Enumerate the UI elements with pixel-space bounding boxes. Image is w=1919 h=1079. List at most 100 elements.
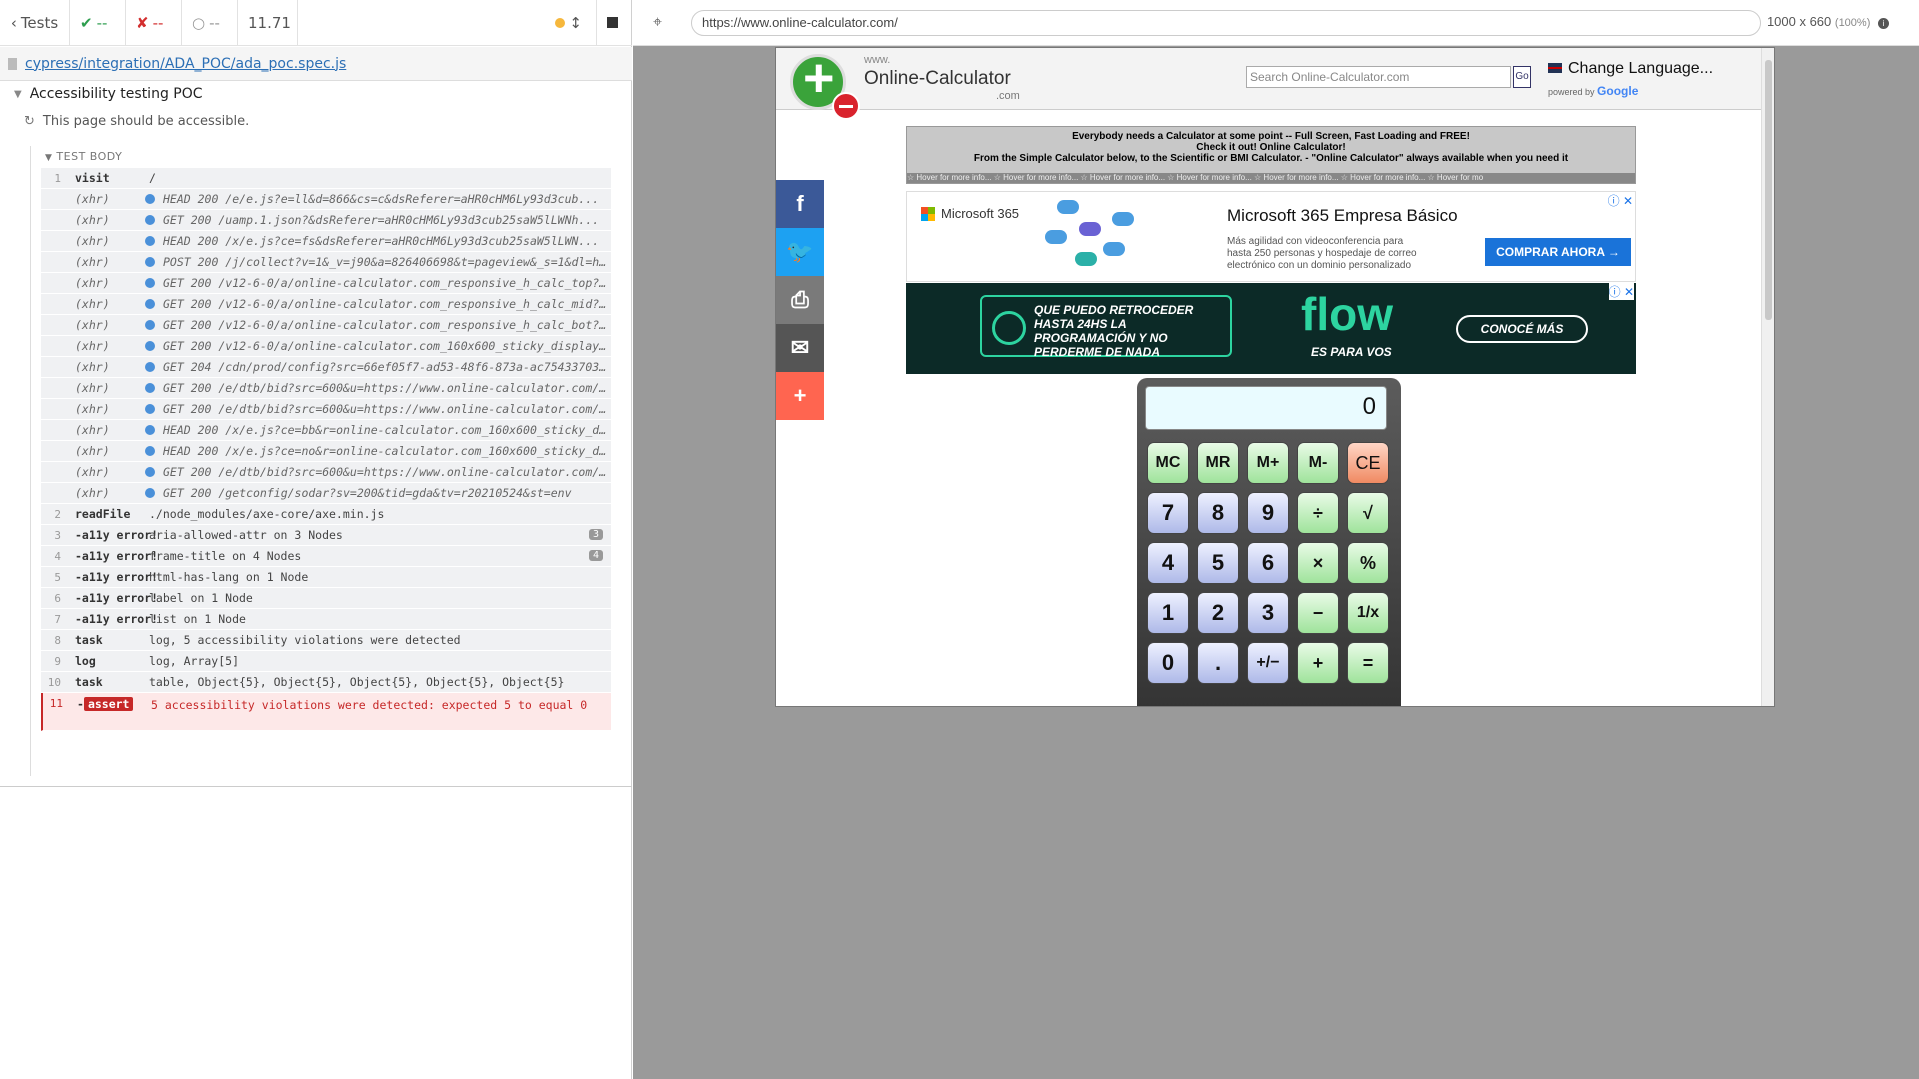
calc-key[interactable]: 1	[1147, 592, 1189, 634]
command-row[interactable]: (xhr) HEAD 200 /x/e.js?ce=fs&dsReferer=aH…	[41, 231, 611, 252]
command-row[interactable]: (xhr) POST 200 /j/collect?v=1&_v=j90&a=82…	[41, 252, 611, 273]
calc-key[interactable]: −	[1297, 592, 1339, 634]
command-number: 9	[54, 654, 61, 668]
node-count-badge: 3	[588, 529, 603, 540]
calc-key[interactable]: +	[1297, 642, 1339, 684]
command-row[interactable]: (xhr) GET 200 /v12-6-0/a/online-calculato…	[41, 273, 611, 294]
url-input[interactable]: https://www.online-calculator.com/	[691, 10, 1761, 36]
logo-minus-icon	[832, 92, 860, 120]
assert-row[interactable]: 11 - assert 5 accessibility violations were…	[41, 693, 611, 731]
test-body-header[interactable]: ▼ TEST BODY	[45, 150, 122, 163]
site-header: www. Online-Calculator .com Search Onlin…	[776, 48, 1761, 120]
xhr-dot-icon	[145, 257, 155, 267]
command-message: HEAD 200 /x/e.js?ce=no&r=online-calculat…	[163, 444, 611, 458]
buy-now-button[interactable]: COMPRAR AHORA →	[1485, 238, 1631, 266]
command-row[interactable]: 4 -a11y error! frame-title on 4 Nodes 4	[41, 546, 611, 567]
command-row[interactable]: (xhr) HEAD 200 /e/e.js?e=ll&d=866&cs=c&ds…	[41, 189, 611, 210]
calc-key[interactable]: 8	[1197, 492, 1239, 534]
logo-com: .com	[996, 90, 1020, 102]
ad-replay-text: QUE PUEDO RETROCEDER HASTA 24HS LA PROGR…	[980, 295, 1232, 359]
iframe-scrollbar[interactable]	[1761, 48, 1774, 706]
command-message: log, Array[5]	[149, 654, 240, 668]
command-log: 1 visit / (xhr) HEAD 200 /e/e.js?e=ll&d=866&…	[41, 168, 611, 731]
command-row[interactable]: 8 task log, 5 accessibility violations wer…	[41, 630, 611, 651]
calc-key[interactable]: =	[1347, 642, 1389, 684]
back-to-tests-button[interactable]: ‹ Tests	[0, 0, 70, 46]
search-go-button[interactable]: Go	[1513, 66, 1531, 88]
ad-close-icon[interactable]: ⓘ ✕	[1608, 283, 1634, 300]
crosshair-icon[interactable]: ⌖	[653, 12, 662, 32]
twitter-icon[interactable]: 🐦	[776, 228, 824, 276]
command-row[interactable]: 1 visit /	[41, 168, 611, 189]
calc-key[interactable]: .	[1197, 642, 1239, 684]
calc-key[interactable]: ÷	[1297, 492, 1339, 534]
command-row[interactable]: 10 task table, Object{5}, Object{5}, Objec…	[41, 672, 611, 693]
calc-key[interactable]: 7	[1147, 492, 1189, 534]
command-row[interactable]: (xhr) GET 200 /v12-6-0/a/online-calculato…	[41, 336, 611, 357]
command-row[interactable]: (xhr) GET 200 /e/dtb/bid?src=600&u=https:…	[41, 399, 611, 420]
calc-key[interactable]: 3	[1247, 592, 1289, 634]
command-row[interactable]: (xhr) GET 204 /cdn/prod/config?src=66ef05…	[41, 357, 611, 378]
calc-key[interactable]: 5	[1197, 542, 1239, 584]
command-row[interactable]: 6 -a11y error! label on 1 Node	[41, 588, 611, 609]
spec-file-link[interactable]: cypress/integration/ADA_POC/ada_poc.spec…	[25, 56, 346, 72]
email-icon[interactable]: ✉	[776, 324, 824, 372]
command-row[interactable]: (xhr) GET 200 /e/dtb/bid?src=600&u=https:…	[41, 462, 611, 483]
auto-scroll-toggle[interactable]: ↕	[541, 14, 596, 32]
calc-key[interactable]: M-	[1297, 442, 1339, 484]
command-row[interactable]: 7 -a11y error! list on 1 Node	[41, 609, 611, 630]
site-search-input[interactable]: Search Online-Calculator.com	[1246, 66, 1511, 88]
learn-more-button[interactable]: CONOCÉ MÁS	[1456, 315, 1588, 343]
command-name: (xhr)	[75, 444, 110, 458]
stop-button[interactable]	[596, 0, 632, 46]
command-row[interactable]: (xhr) GET 200 /v12-6-0/a/online-calculato…	[41, 315, 611, 336]
calc-key[interactable]: %	[1347, 542, 1389, 584]
calc-key[interactable]: 1/x	[1347, 592, 1389, 634]
command-name: -a11y error!	[75, 528, 159, 542]
scrollbar-thumb[interactable]	[1765, 60, 1772, 320]
calc-key[interactable]: 9	[1247, 492, 1289, 534]
command-row[interactable]: 5 -a11y error! html-has-lang on 1 Node	[41, 567, 611, 588]
calc-key[interactable]: CE	[1347, 442, 1389, 484]
command-row[interactable]: (xhr) GET 200 /v12-6-0/a/online-calculato…	[41, 294, 611, 315]
command-number: 6	[54, 591, 61, 605]
command-row[interactable]: 3 -a11y error! aria-allowed-attr on 3 Node…	[41, 525, 611, 546]
suite-title[interactable]: ▼ Accessibility testing POC	[14, 86, 203, 102]
command-message: GET 200 /v12-6-0/a/online-calculator.com…	[163, 318, 611, 332]
command-row[interactable]: (xhr) GET 200 /e/dtb/bid?src=600&u=https:…	[41, 378, 611, 399]
flow-ad[interactable]: QUE PUEDO RETROCEDER HASTA 24HS LA PROGR…	[906, 283, 1636, 374]
command-row[interactable]: 2 readFile ./node_modules/axe-core/axe.min…	[41, 504, 611, 525]
hover-info-strip[interactable]: ☆ Hover for more info... ☆ Hover for mor…	[907, 173, 1635, 183]
change-language-link[interactable]: Change Language...	[1548, 60, 1713, 78]
command-row[interactable]: 9 log log, Array[5]	[41, 651, 611, 672]
calc-key[interactable]: 6	[1247, 542, 1289, 584]
calc-key[interactable]: MC	[1147, 442, 1189, 484]
calc-key[interactable]: 0	[1147, 642, 1189, 684]
command-row[interactable]: (xhr) GET 200 /uamp.1.json?&dsReferer=aHR…	[41, 210, 611, 231]
xhr-dot-icon	[145, 404, 155, 414]
info-icon[interactable]: i	[1878, 18, 1889, 29]
calc-key[interactable]: 4	[1147, 542, 1189, 584]
calc-key[interactable]: M+	[1247, 442, 1289, 484]
command-number: 10	[47, 675, 61, 689]
command-message: GET 200 /e/dtb/bid?src=600&u=https://www…	[163, 381, 611, 395]
calc-key[interactable]: MR	[1197, 442, 1239, 484]
share-plus-icon[interactable]: +	[776, 372, 824, 420]
calc-key[interactable]: +/−	[1247, 642, 1289, 684]
circle-icon: ○	[192, 13, 206, 32]
command-row[interactable]: (xhr) HEAD 200 /x/e.js?ce=bb&r=online-cal…	[41, 420, 611, 441]
calc-key[interactable]: √	[1347, 492, 1389, 534]
test-title[interactable]: ↻ This page should be accessible.	[24, 114, 249, 129]
calc-key[interactable]: 2	[1197, 592, 1239, 634]
command-row[interactable]: (xhr) GET 200 /getconfig/sodar?sv=200&tid…	[41, 483, 611, 504]
print-icon[interactable]: ⎙	[776, 276, 824, 324]
xhr-dot-icon	[145, 467, 155, 477]
facebook-icon[interactable]: f	[776, 180, 824, 228]
ad-description: Más agilidad con videoconferencia para h…	[1227, 236, 1417, 271]
ad-close-icon[interactable]: ⓘ ✕	[1608, 192, 1633, 209]
command-name: (xhr)	[75, 339, 110, 353]
calc-key[interactable]: ×	[1297, 542, 1339, 584]
command-row[interactable]: (xhr) HEAD 200 /x/e.js?ce=no&r=online-cal…	[41, 441, 611, 462]
logo-name[interactable]: Online-Calculator	[864, 68, 1011, 90]
microsoft-ad[interactable]: Microsoft 365 Microsoft 365 Empresa Bási…	[906, 191, 1636, 282]
